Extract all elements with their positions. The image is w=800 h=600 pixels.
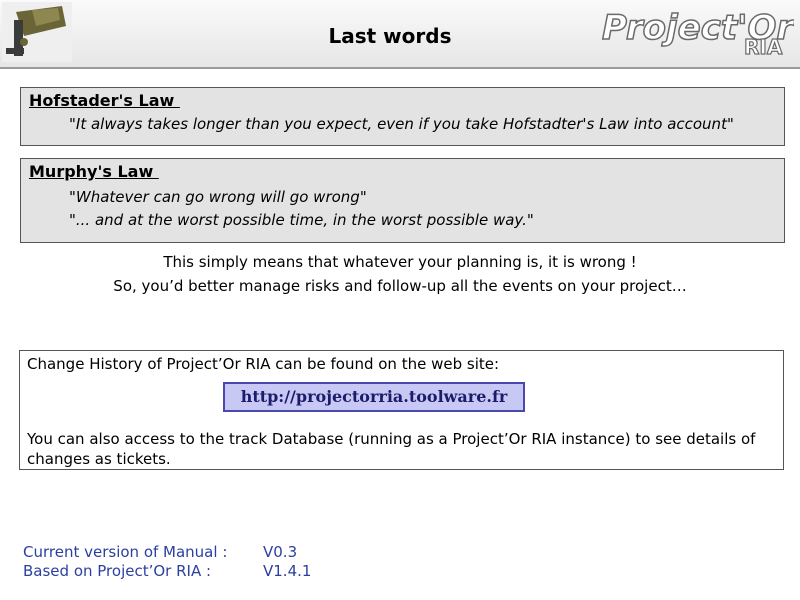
svg-text:RIA: RIA <box>744 35 783 59</box>
murphy-law-box: Murphy's Law "Whatever can go wrong will… <box>20 158 785 243</box>
page-header: Last words Project'Or RIA <box>0 0 800 69</box>
law-quote: "It always takes longer than you expect,… <box>69 115 734 133</box>
hofstadter-law-box: Hofstader's Law "It always takes longer … <box>20 87 785 146</box>
law-quote: "... and at the worst possible time, in … <box>69 211 534 229</box>
manual-version-value: V0.3 <box>263 543 298 561</box>
history-intro: Change History of Project’Or RIA can be … <box>27 355 500 373</box>
manual-version-label: Current version of Manual : <box>23 543 228 561</box>
project-or-logo: Project'Or RIA <box>601 7 794 59</box>
law-title: Murphy's Law <box>29 162 159 181</box>
conclusion-line: This simply means that whatever your pla… <box>163 253 637 271</box>
app-version-label: Based on Project’Or RIA : <box>23 562 212 580</box>
conclusion-line: So, you’d better manage risks and follow… <box>113 277 687 295</box>
app-version-value: V1.4.1 <box>263 562 312 580</box>
law-quote: "Whatever can go wrong will go wrong" <box>69 188 367 206</box>
history-access-text: You can also access to the track Databas… <box>27 430 756 468</box>
change-history-box: Change History of Project’Or RIA can be … <box>19 350 784 470</box>
website-link-button[interactable]: http://projectorria.toolware.fr <box>223 382 525 412</box>
law-title: Hofstader's Law <box>29 91 180 110</box>
